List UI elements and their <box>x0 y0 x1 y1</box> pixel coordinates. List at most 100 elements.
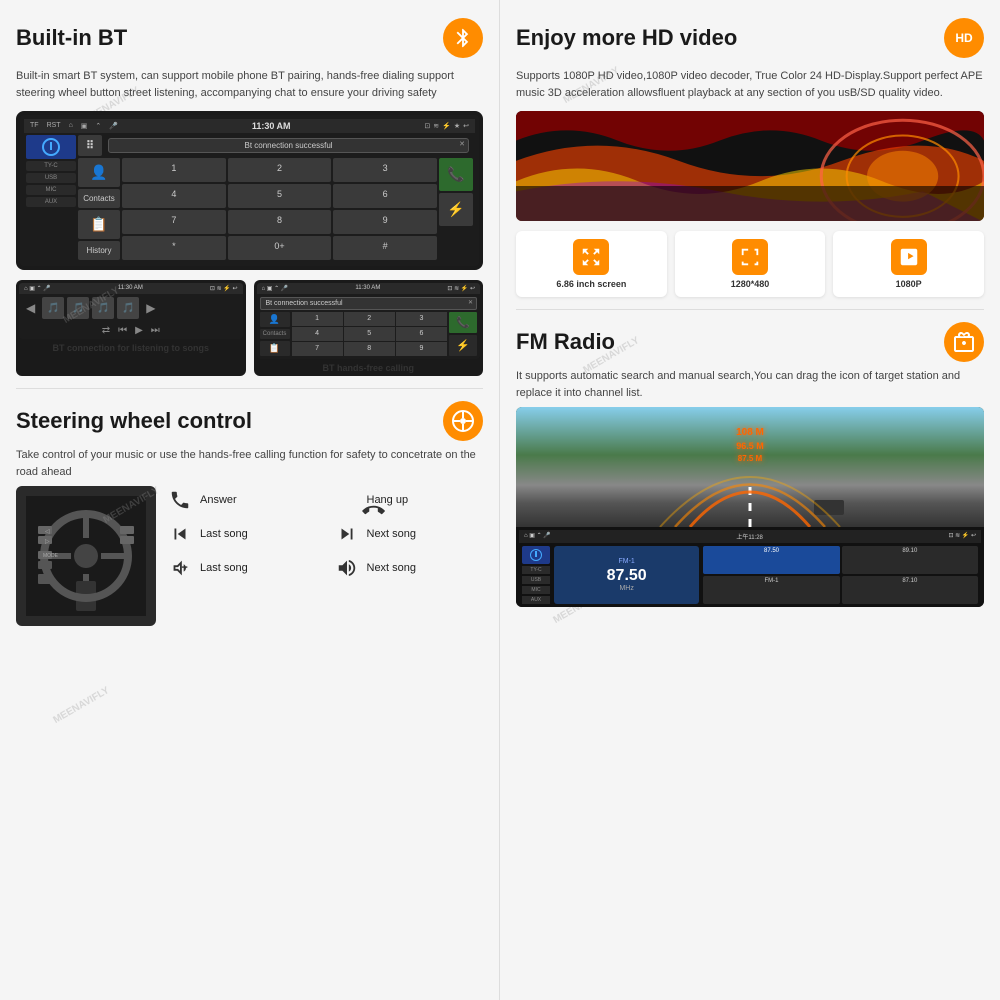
fm-left-sidebar: TY-C USB MIC AUX <box>522 546 550 604</box>
bt-title: Built-in BT <box>16 25 127 51</box>
bt-status-icon: ⚡ <box>442 122 451 130</box>
bt-call-screen-inner: ⌂ ▣ ⌃ 🎤 11:30 AM ⊡ ≋ ⚡ ↩ Bt connection s… <box>257 283 481 359</box>
fm-usb: USB <box>522 576 550 584</box>
cast-icon: ⊡ <box>424 122 430 130</box>
controls-grid: Answer Hang up <box>166 486 483 582</box>
track-1: 🎵 <box>42 297 64 319</box>
lastsong-control: Last song <box>166 520 317 548</box>
notification-close[interactable]: ✕ <box>459 140 465 148</box>
fm-preset-1[interactable]: 87.50 <box>703 546 839 574</box>
vol-down-control: Last song <box>166 554 317 582</box>
fm-radio-screen: 108 M 96.5 M 87.5 M ⌂ ▣ ⌃ 🎤 上午11:28 ⊡ ≋ … <box>516 407 984 607</box>
call-btn[interactable]: 📞 <box>439 158 473 191</box>
fm-bt-icons: ⊡ ≋ ⚡ ↩ <box>948 532 976 541</box>
track-4: 🎵 <box>117 297 139 319</box>
key-4[interactable]: 4 <box>122 184 226 208</box>
fm-station-label: FM-1 <box>618 558 634 565</box>
key-6[interactable]: 6 <box>333 184 437 208</box>
fm-tyc: TY-C <box>522 566 550 574</box>
contacts-icon[interactable]: 👤 <box>78 158 120 187</box>
steering-wheel-image: ◁ ▷ MODE <box>16 486 156 626</box>
rst-label: RST <box>47 122 61 130</box>
numpad-9[interactable]: 9 <box>396 342 447 356</box>
next-btn[interactable]: ▶ <box>142 297 159 319</box>
rewind-icon[interactable]: ⏮ <box>118 325 127 336</box>
key-hash[interactable]: # <box>333 236 437 260</box>
key-star[interactable]: * <box>122 236 226 260</box>
key-0[interactable]: 0+ <box>228 236 332 260</box>
answer-control: Answer <box>166 486 317 514</box>
bt-icon-btn[interactable]: ⚡ <box>439 193 473 226</box>
mic-icon: 🎤 <box>109 122 118 130</box>
numpad-4[interactable]: 4 <box>292 327 343 341</box>
key-3[interactable]: 3 <box>333 158 437 182</box>
numpad-3[interactable]: 3 <box>396 312 447 326</box>
shuffle-icon[interactable]: ⇄ <box>102 325 110 336</box>
freq-87: 87.5 M <box>738 454 762 463</box>
divider-2 <box>516 309 984 310</box>
numpad-5[interactable]: 5 <box>344 327 395 341</box>
music-topbar: ⌂ ▣ ⌃ 🎤 11:30 AM ⊡ ≋ ⚡ ↩ <box>19 283 243 294</box>
right-panel: MEENAVIFLY MEENAVIFLY MEENAVIFLY Enjoy m… <box>500 0 1000 1000</box>
hangup-icon <box>333 486 361 514</box>
fm-preset-4[interactable]: 87.10 <box>842 576 978 604</box>
specs-row: 6.86 inch screen 1280*480 1080P <box>516 231 984 297</box>
key-9[interactable]: 9 <box>333 210 437 234</box>
contacts-label: Contacts <box>78 189 120 208</box>
fm-power-btn[interactable] <box>522 546 550 564</box>
wifi-icon: ≋ <box>433 122 439 130</box>
fm-preset-3[interactable]: FM-1 <box>703 576 839 604</box>
svg-text:◁: ◁ <box>45 529 50 535</box>
usb-label: USB <box>26 173 76 183</box>
bt-dialpad-area: TY-C USB MIC AUX ⠿ Bt connection success… <box>24 133 475 262</box>
divider-1 <box>16 388 483 389</box>
numpad-8[interactable]: 8 <box>344 342 395 356</box>
numpad-6[interactable]: 6 <box>396 327 447 341</box>
freq-96: 96.5 M <box>736 441 764 451</box>
vol-next-label: Next song <box>367 562 417 574</box>
bt-status-icons: ⊡ ≋ ⚡ ★ ↩ <box>424 122 469 130</box>
key-2[interactable]: 2 <box>228 158 332 182</box>
call-green-btn[interactable]: 📞 <box>449 312 477 333</box>
power-btn[interactable] <box>26 135 76 159</box>
fm-preset-2[interactable]: 89.10 <box>842 546 978 574</box>
bt-music-screen-inner: ⌂ ▣ ⌃ 🎤 11:30 AM ⊡ ≋ ⚡ ↩ ◀ 🎵 🎵 🎵 🎵 ▶ ⇄ ⏮… <box>19 283 243 339</box>
key-1[interactable]: 1 <box>122 158 226 182</box>
hangup-control: Hang up <box>333 486 484 514</box>
steering-header: Steering wheel control <box>16 401 483 441</box>
call-time: 11:30 AM <box>355 285 380 292</box>
screen-size-label: 6.86 inch screen <box>556 279 626 289</box>
numpad-2[interactable]: 2 <box>344 312 395 326</box>
prev-btn[interactable]: ◀ <box>22 297 39 319</box>
call-sidebar-small: 👤 Contacts 📋 <box>260 312 290 356</box>
call-close[interactable]: ✕ <box>468 299 473 306</box>
star-icon: ★ <box>454 122 460 130</box>
bt-call-screen: ⌂ ▣ ⌃ 🎤 11:30 AM ⊡ ≋ ⚡ ↩ Bt connection s… <box>254 280 484 376</box>
play-box-icon <box>891 239 927 275</box>
vol-last-label: Last song <box>200 562 248 574</box>
call-bt-btn[interactable]: ⚡ <box>449 335 477 356</box>
key-8[interactable]: 8 <box>228 210 332 234</box>
call-action-btns: 📞 ⚡ <box>449 312 477 356</box>
mic-label: MIC <box>26 185 76 195</box>
forward-icon[interactable]: ⏭ <box>151 325 160 336</box>
fm-section: FM Radio It supports automatic search an… <box>516 322 984 607</box>
bt-time: 11:30 AM <box>252 121 291 131</box>
expand-icon <box>573 239 609 275</box>
fm-device-topbar: ⌂ ▣ ⌃ 🎤 上午11:28 ⊡ ≋ ⚡ ↩ <box>519 530 981 543</box>
play-pause-icon[interactable]: ▶ <box>135 325 143 336</box>
hd-badge: HD <box>944 18 984 58</box>
fullscreen-icon <box>732 239 768 275</box>
fm-freq-labels: 108 M 96.5 M 87.5 M <box>516 427 984 463</box>
history-icon[interactable]: 📋 <box>78 210 120 239</box>
numpad-1[interactable]: 1 <box>292 312 343 326</box>
steering-wheel-icon-badge <box>443 401 483 441</box>
history-label: History <box>78 241 120 260</box>
key-5[interactable]: 5 <box>228 184 332 208</box>
call-topbar: ⌂ ▣ ⌃ 🎤 11:30 AM ⊡ ≋ ⚡ ↩ <box>257 283 481 294</box>
fm-title: FM Radio <box>516 329 615 355</box>
numpad-7[interactable]: 7 <box>292 342 343 356</box>
fm-current-freq: 87.50 <box>607 567 647 585</box>
key-7[interactable]: 7 <box>122 210 226 234</box>
hd-section-header: Enjoy more HD video HD <box>516 18 984 58</box>
